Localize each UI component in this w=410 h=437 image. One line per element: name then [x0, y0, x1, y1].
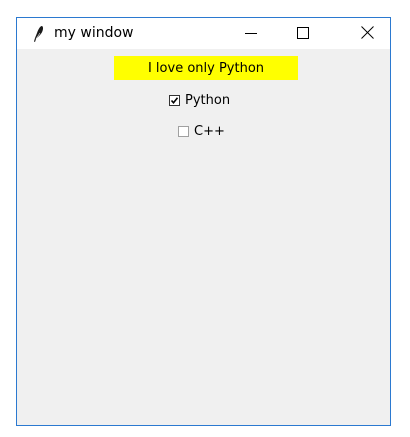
checkbox-checked-icon[interactable] [169, 95, 180, 106]
feather-icon [31, 25, 47, 43]
title-bar[interactable]: my window [17, 18, 390, 49]
close-button[interactable] [344, 18, 390, 49]
checkbox-unchecked-icon[interactable] [178, 126, 189, 137]
app-window: my window I love only Python Python C++ [16, 17, 391, 426]
minimize-icon [245, 24, 257, 43]
checkbox-python[interactable]: Python [169, 93, 230, 108]
maximize-icon [297, 24, 309, 43]
window-title: my window [54, 25, 134, 41]
window-content: I love only Python Python C++ [17, 49, 390, 425]
minimize-button[interactable] [228, 18, 274, 49]
checkbox-label: C++ [194, 124, 225, 139]
checkbox-label: Python [185, 93, 231, 108]
maximize-button[interactable] [280, 18, 326, 49]
checkbox-cpp[interactable]: C++ [178, 124, 225, 139]
close-icon [360, 24, 374, 43]
status-label: I love only Python [114, 56, 298, 80]
